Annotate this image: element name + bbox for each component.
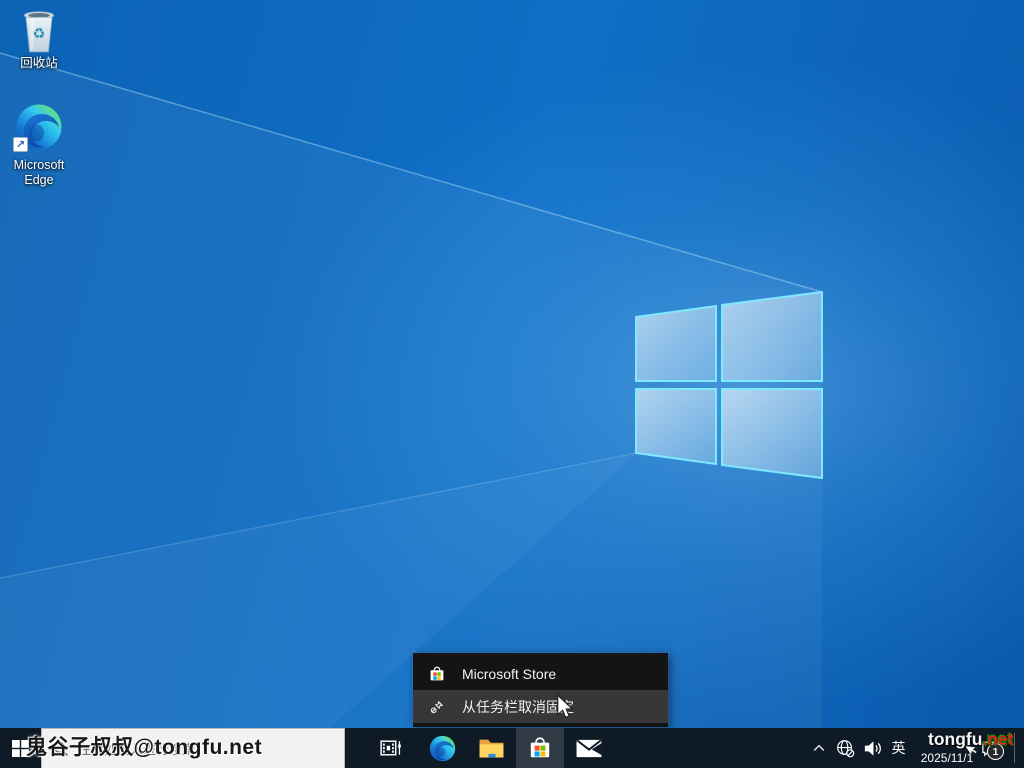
tray-network-button[interactable] <box>832 728 859 768</box>
chevron-up-icon <box>811 740 827 756</box>
recycle-bin-icon: ♻ <box>20 8 58 54</box>
edge-icon <box>429 735 456 762</box>
microsoft-store-icon <box>527 735 553 761</box>
task-view-icon <box>378 736 403 761</box>
recycle-bin-label: 回收站 <box>20 56 58 71</box>
taskbar-context-menu: Microsoft Store 从任务栏取消固定 <box>413 653 668 727</box>
wallpaper <box>0 0 1024 728</box>
desktop-icon-recycle-bin[interactable]: ♻ 回收站 <box>0 8 78 71</box>
watermark-tray-domain: .net <box>982 729 1013 749</box>
watermark-bottom-left: 鬼谷子叔叔@tongfu.net <box>26 731 262 761</box>
menu-item-unpin-from-taskbar[interactable]: 从任务栏取消固定 <box>413 690 668 723</box>
file-explorer-icon <box>478 737 505 760</box>
svg-text:♻: ♻ <box>32 26 45 42</box>
unpin-icon <box>428 698 446 716</box>
network-globe-offline-icon <box>835 738 856 759</box>
show-desktop-button[interactable] <box>1015 728 1024 768</box>
tray-chevron-button[interactable] <box>806 728 831 768</box>
windows-desktop: ♻ 回收站 ↗ Microsoft Edge <box>0 0 1024 768</box>
volume-icon <box>862 738 883 759</box>
shortcut-arrow-icon: ↗ <box>13 137 28 152</box>
language-indicator: 英 <box>892 738 906 758</box>
menu-item-label: Microsoft Store <box>462 666 556 682</box>
mail-icon <box>576 739 602 758</box>
taskbar-file-explorer-button[interactable] <box>467 728 515 768</box>
taskbar-microsoft-store-button[interactable] <box>516 728 564 768</box>
menu-item-microsoft-store[interactable]: Microsoft Store <box>413 657 668 690</box>
desktop-icon-microsoft-edge[interactable]: ↗ Microsoft Edge <box>0 100 78 189</box>
microsoft-store-icon <box>428 665 446 683</box>
task-view-button[interactable] <box>366 728 414 768</box>
edge-label: Microsoft Edge <box>0 158 78 189</box>
mouse-cursor <box>556 694 576 720</box>
taskbar-edge-button[interactable] <box>418 728 466 768</box>
taskbar-mail-button[interactable] <box>565 728 613 768</box>
tray-volume-button[interactable] <box>859 728 885 768</box>
tray-language-button[interactable]: 英 <box>885 728 912 768</box>
watermark-cursor-icon <box>966 741 979 756</box>
wallpaper-art <box>0 0 1024 728</box>
